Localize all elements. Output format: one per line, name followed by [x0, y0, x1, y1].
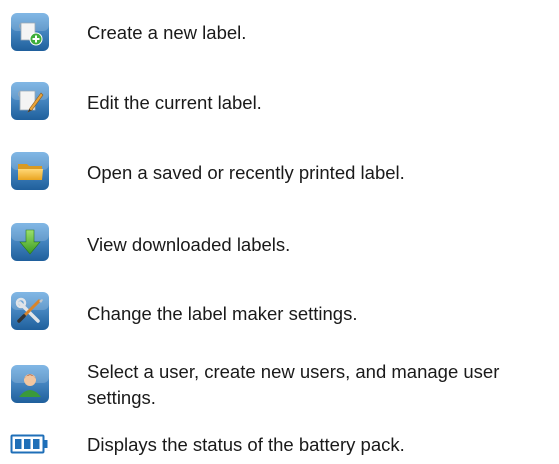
item-description: Create a new label.: [87, 22, 247, 43]
download-arrow-icon: [10, 222, 50, 262]
item-description: Select a user, create new users, and man…: [87, 361, 500, 408]
tools-icon: [10, 291, 50, 331]
item-description: Open a saved or recently printed label.: [87, 162, 405, 183]
item-description: Displays the status of the battery pack.: [87, 434, 405, 455]
item-description: View downloaded labels.: [87, 234, 291, 255]
user-icon: [10, 364, 50, 404]
new-label-icon: [10, 12, 50, 52]
folder-icon: [10, 151, 50, 191]
item-description: Change the label maker settings.: [87, 303, 358, 324]
edit-label-icon: [10, 81, 50, 121]
battery-icon: [10, 434, 50, 464]
item-description: Edit the current label.: [87, 92, 262, 113]
